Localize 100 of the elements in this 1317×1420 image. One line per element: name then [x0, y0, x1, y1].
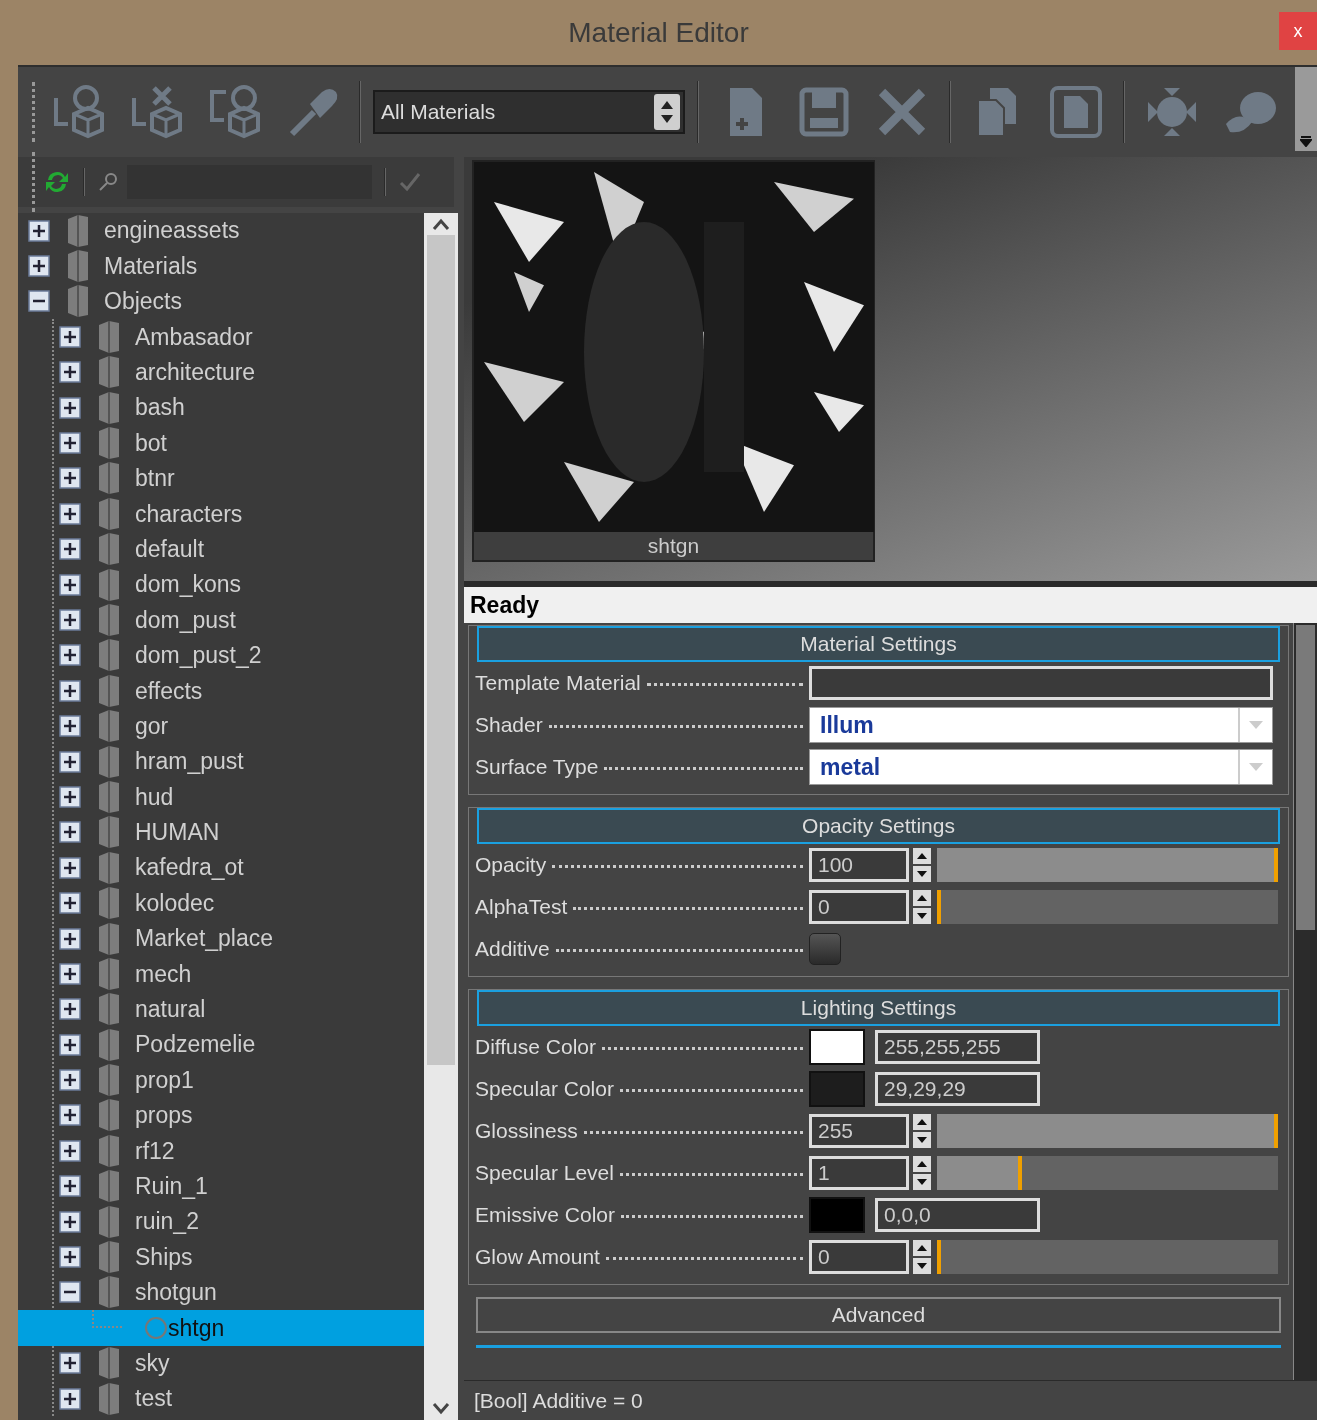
expander-icon[interactable]	[59, 609, 81, 631]
expander-icon[interactable]	[59, 1033, 81, 1056]
section-header[interactable]: Material Settings	[477, 626, 1280, 662]
tree-item[interactable]: kolodec	[18, 885, 424, 921]
expander-icon[interactable]	[59, 361, 81, 384]
expander-icon[interactable]	[59, 1139, 81, 1162]
tree-item[interactable]: props	[18, 1097, 424, 1134]
tree-item[interactable]: bash	[18, 389, 424, 426]
slider[interactable]	[937, 890, 1278, 924]
checkbox[interactable]	[809, 933, 841, 965]
spin-down-button[interactable]	[913, 1174, 931, 1190]
toolbar-overflow-button[interactable]	[1295, 67, 1317, 151]
expander-icon[interactable]	[59, 821, 81, 844]
spin-down-button[interactable]	[913, 1258, 931, 1274]
expander-icon[interactable]	[59, 750, 81, 773]
spin-up-button[interactable]	[913, 890, 931, 906]
filter-dropdown[interactable]: All Materials	[373, 90, 685, 134]
number-field[interactable]: 1	[809, 1156, 909, 1190]
color-value-field[interactable]: 255,255,255	[875, 1030, 1040, 1064]
tree-item[interactable]: shotgun	[18, 1274, 424, 1311]
dropdown[interactable]: metal	[809, 749, 1273, 785]
tree-item[interactable]: natural	[18, 991, 424, 1027]
expander-icon[interactable]	[59, 1352, 81, 1375]
spin-up-button[interactable]	[913, 1114, 931, 1130]
section-header[interactable]: Opacity Settings	[477, 808, 1280, 844]
tree-item[interactable]: hud	[18, 779, 424, 815]
spin-up-button[interactable]	[913, 1156, 931, 1172]
slider[interactable]	[937, 1156, 1278, 1190]
tree-item[interactable]: Ambasador	[18, 319, 424, 355]
number-field[interactable]: 0	[809, 890, 909, 924]
input-field[interactable]	[809, 666, 1273, 700]
tree-item[interactable]: architecture	[18, 354, 424, 390]
scrollbar[interactable]	[424, 213, 458, 1420]
expander-icon[interactable]	[59, 573, 81, 596]
tree-item[interactable]: Ships	[18, 1239, 424, 1275]
material-preview[interactable]: shtgn	[472, 160, 875, 562]
expander-icon[interactable]	[59, 1246, 81, 1268]
expander-icon[interactable]	[59, 1387, 81, 1410]
expander-icon[interactable]	[59, 467, 81, 490]
tree-item[interactable]: Materials	[18, 248, 424, 284]
tree-item[interactable]: dom_pust	[18, 602, 424, 638]
slider[interactable]	[937, 1240, 1278, 1274]
expander-icon[interactable]	[59, 1281, 81, 1304]
expander-icon[interactable]	[59, 962, 81, 985]
expander-icon[interactable]	[59, 856, 81, 879]
tree-item[interactable]: dom_kons	[18, 566, 424, 603]
expander-icon[interactable]	[59, 1175, 81, 1198]
expander-icon[interactable]	[59, 892, 81, 915]
tree-item[interactable]: Ruin_1	[18, 1168, 424, 1204]
tree-item[interactable]: kafedra_ot	[18, 850, 424, 886]
tree-item[interactable]: prop1	[18, 1062, 424, 1098]
expander-icon[interactable]	[59, 325, 81, 348]
number-field[interactable]: 0	[809, 1240, 909, 1274]
tree-item[interactable]: shtgn	[18, 1310, 424, 1346]
tree-item[interactable]: dom_pust_2	[18, 637, 424, 674]
expander-icon[interactable]	[59, 785, 81, 808]
expander-icon[interactable]	[59, 715, 81, 738]
color-value-field[interactable]: 0,0,0	[875, 1198, 1040, 1232]
tree-item[interactable]: hram_pust	[18, 743, 424, 780]
tree-item[interactable]: Market_place	[18, 920, 424, 957]
expander-icon[interactable]	[28, 255, 50, 278]
close-button[interactable]: x	[1279, 12, 1317, 50]
tree-item[interactable]: sky	[18, 1345, 424, 1381]
number-field[interactable]: 255	[809, 1114, 909, 1148]
color-value-field[interactable]: 29,29,29	[875, 1072, 1040, 1106]
spin-down-button[interactable]	[913, 1132, 931, 1148]
color-swatch[interactable]	[809, 1029, 865, 1065]
tree-item[interactable]: btnr	[18, 460, 424, 497]
expander-icon[interactable]	[59, 1104, 81, 1127]
tree-item[interactable]: mech	[18, 956, 424, 992]
tree-item[interactable]: characters	[18, 496, 424, 532]
section-header[interactable]: Advanced	[476, 1297, 1281, 1333]
tree-item[interactable]: effects	[18, 673, 424, 709]
slider[interactable]	[937, 848, 1278, 882]
tree-item[interactable]: engineassets	[18, 213, 424, 249]
tree-item[interactable]: bot	[18, 425, 424, 461]
scroll-thumb[interactable]	[427, 235, 455, 1065]
expander-icon[interactable]	[59, 927, 81, 950]
expander-icon[interactable]	[28, 219, 50, 242]
tree-item[interactable]: Podzemelie	[18, 1027, 424, 1063]
scrollbar[interactable]	[1293, 623, 1317, 1380]
expander-icon[interactable]	[59, 432, 81, 455]
expander-icon[interactable]	[59, 1210, 81, 1233]
tree-item[interactable]: HUMAN	[18, 814, 424, 851]
tree-item[interactable]: Objects	[18, 283, 424, 320]
tree-item[interactable]: ruin_2	[18, 1203, 424, 1240]
tree-item[interactable]: default	[18, 531, 424, 567]
spin-down-button[interactable]	[913, 908, 931, 924]
spin-up-button[interactable]	[913, 1240, 931, 1256]
expander-icon[interactable]	[28, 290, 50, 313]
expander-icon[interactable]	[59, 679, 81, 702]
expander-icon[interactable]	[59, 998, 81, 1021]
tree-item[interactable]: rf12	[18, 1133, 424, 1169]
tree-item[interactable]: test	[18, 1380, 424, 1417]
color-swatch[interactable]	[809, 1197, 865, 1233]
number-field[interactable]: 100	[809, 848, 909, 882]
expander-icon[interactable]	[59, 396, 81, 419]
spin-up-button[interactable]	[913, 848, 931, 864]
dropdown[interactable]: Illum	[809, 707, 1273, 743]
expander-icon[interactable]	[59, 502, 81, 525]
